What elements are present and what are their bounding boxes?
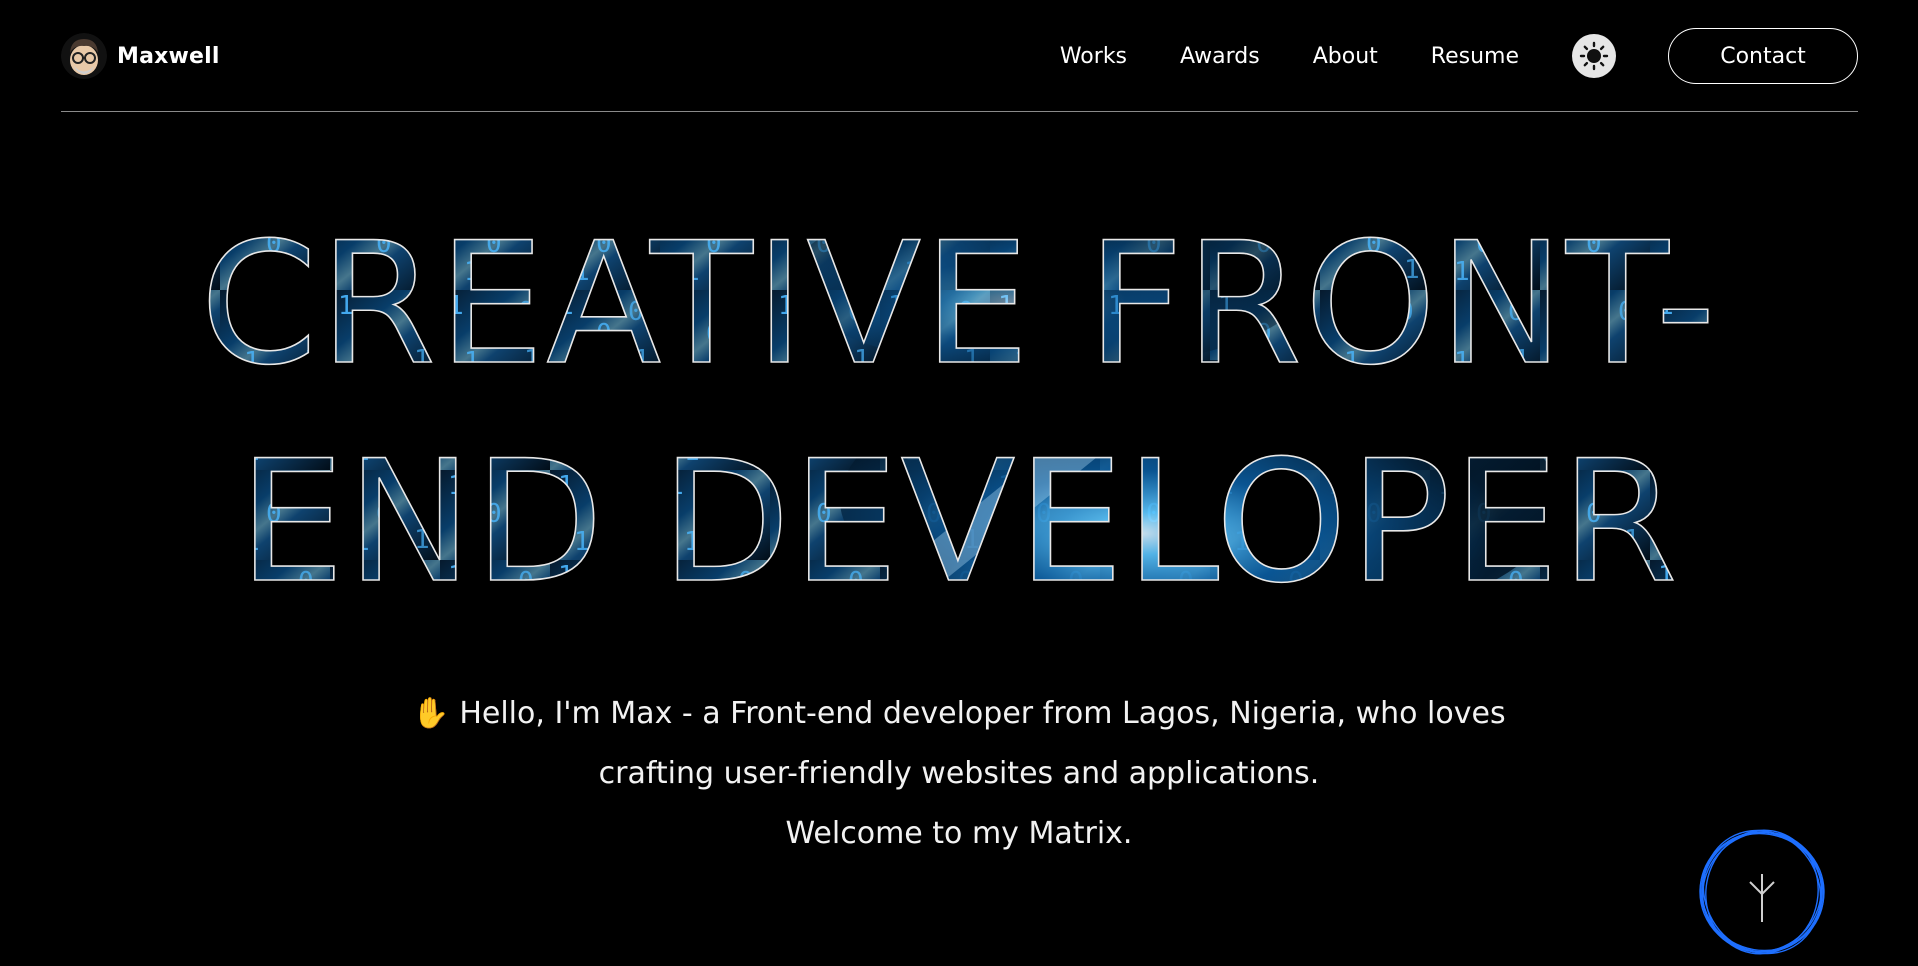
- avatar-icon: [61, 33, 107, 79]
- brand-name: Maxwell: [117, 43, 220, 69]
- intro-line-3: Welcome to my Matrix.: [785, 816, 1133, 851]
- theme-toggle-button[interactable]: [1572, 34, 1616, 78]
- contact-button[interactable]: Contact: [1668, 28, 1858, 84]
- nav-link-about[interactable]: About: [1313, 44, 1378, 69]
- intro-text: ✋ Hello, I'm Max - a Front-end developer…: [0, 684, 1918, 864]
- nav-link-awards[interactable]: Awards: [1180, 44, 1260, 69]
- main-nav: Works Awards About Resume Contact: [1060, 28, 1858, 84]
- arrow-down-icon: [1699, 829, 1825, 955]
- intro-line-1: ✋ Hello, I'm Max - a Front-end developer…: [0, 684, 1918, 744]
- hero-line-1: CREATIVE FRONT-: [200, 206, 1718, 402]
- intro-line-1-text: Hello, I'm Max - a Front-end developer f…: [459, 696, 1506, 731]
- sun-icon: [1579, 41, 1609, 71]
- wave-hand-icon: ✋: [412, 696, 450, 731]
- scroll-down-button[interactable]: [1692, 822, 1832, 962]
- hero-headline: 1 0 0 1 1 CREATIVE FRONT- END DEVELOPER …: [0, 200, 1918, 600]
- nav-link-resume[interactable]: Resume: [1431, 44, 1519, 69]
- intro-line-2: crafting user-friendly websites and appl…: [598, 756, 1320, 791]
- hero-line-2: END DEVELOPER: [238, 424, 1679, 600]
- brand[interactable]: Maxwell: [61, 30, 220, 82]
- site-header: Maxwell Works Awards About Resume Contac…: [61, 0, 1858, 112]
- nav-link-works[interactable]: Works: [1060, 44, 1127, 69]
